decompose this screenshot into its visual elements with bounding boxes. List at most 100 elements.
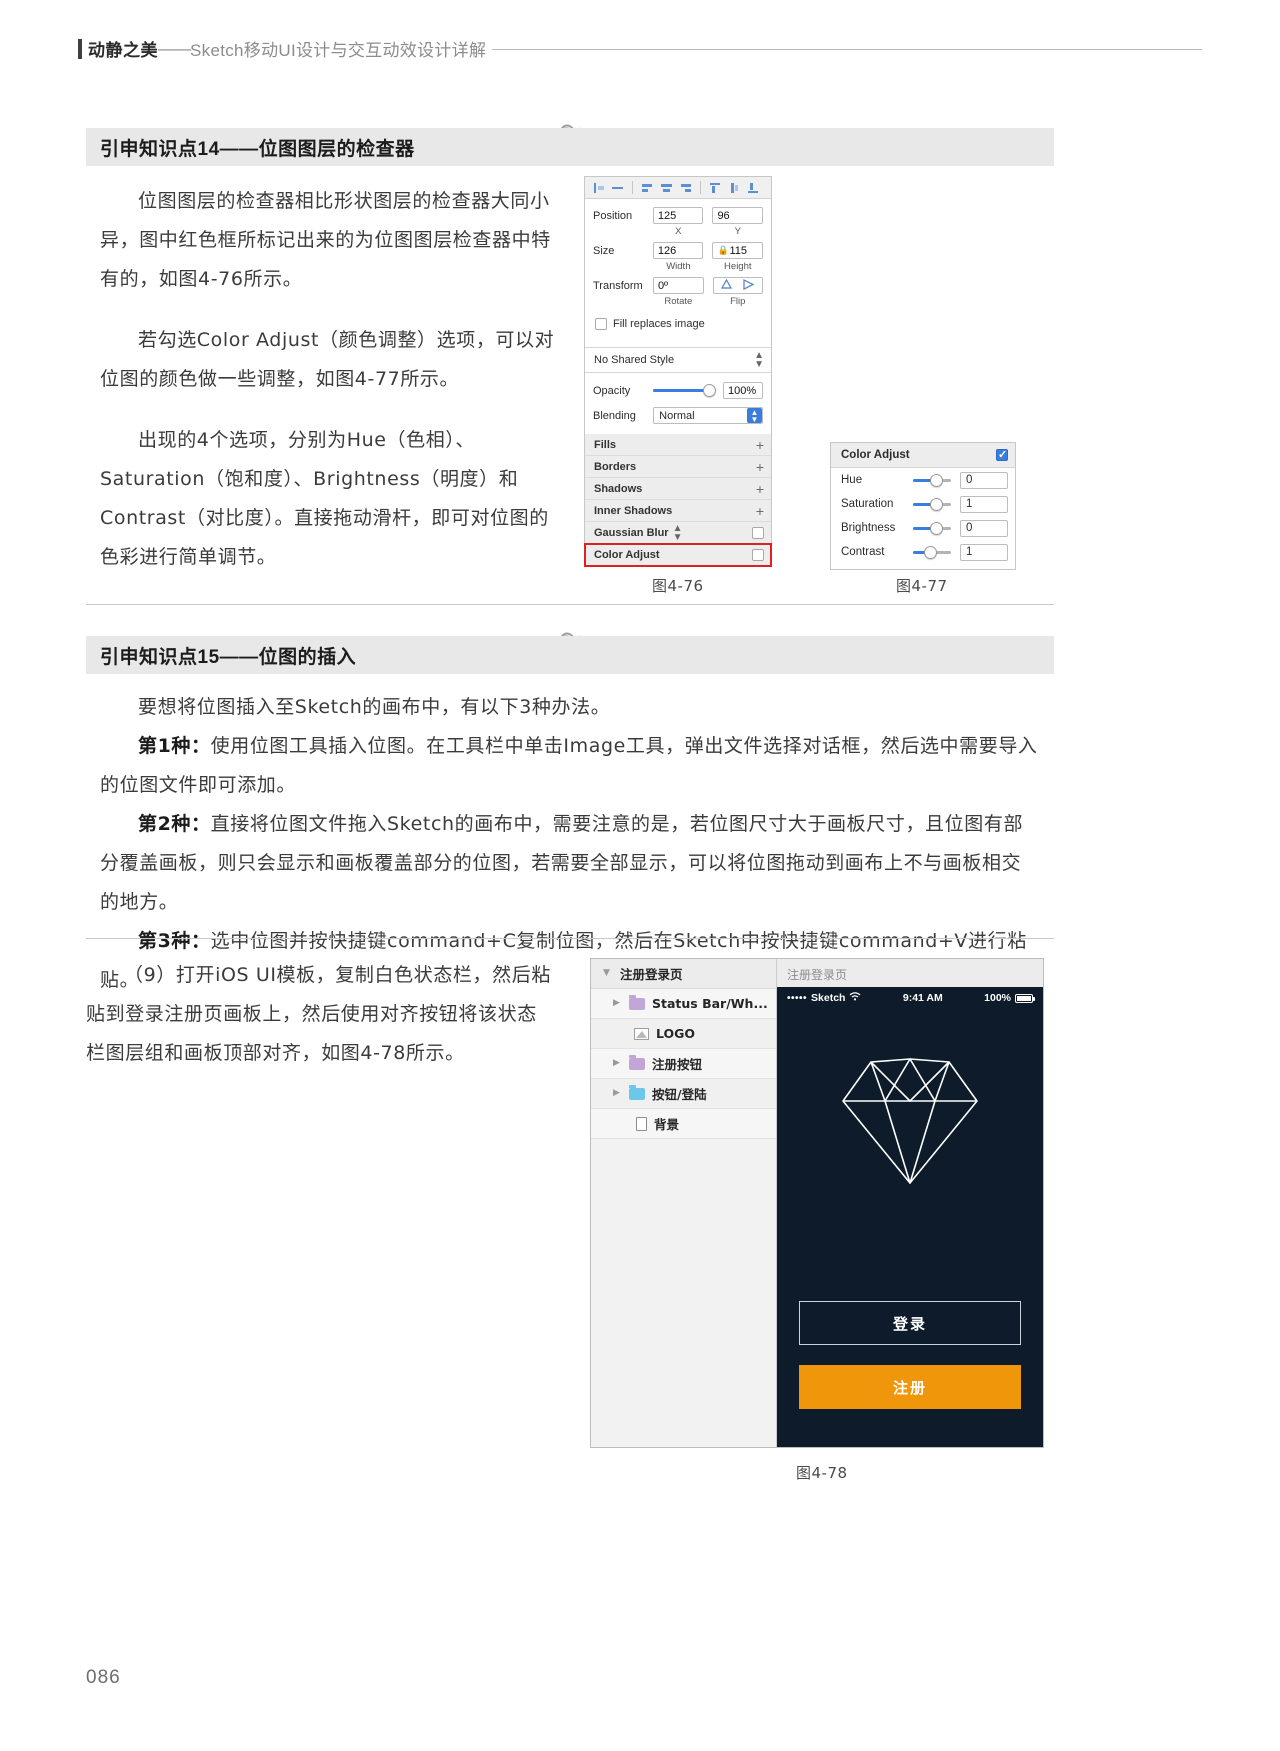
figure-4-76-caption: 图4-76 <box>652 577 704 595</box>
appearance-section[interactable]: Opacity 100% Blending Normal ▲ ▼ <box>585 373 771 434</box>
hue-row[interactable]: Hue 0 <box>831 468 1015 492</box>
gaussian-blur-label: Gaussian Blur <box>594 526 669 539</box>
fill-replaces-image-label: Fill replaces image <box>613 318 705 330</box>
blending-select[interactable]: Normal ▲ ▼ <box>653 407 763 424</box>
tip14-heading: 引申知识点14——位图图层的检查器 <box>86 128 1054 166</box>
align-middle-icon[interactable] <box>727 181 742 195</box>
borders-add-icon[interactable]: + <box>756 460 764 474</box>
login-button[interactable]: 登录 <box>799 1301 1021 1345</box>
size-height-field[interactable]: 🔒 115 <box>712 242 763 259</box>
alignment-toolbar[interactable] <box>585 177 771 199</box>
opacity-slider[interactable] <box>653 384 717 397</box>
color-adjust-section-row[interactable]: Color Adjust <box>584 543 772 567</box>
battery-full-icon <box>1015 993 1035 1003</box>
opacity-row[interactable]: Opacity 100% <box>593 381 763 400</box>
step9-paragraph: （9）打开iOS UI模板，复制白色状态栏，然后粘贴到登录注册页画板上，然后使用… <box>86 964 551 1064</box>
shared-style-row[interactable]: No Shared Style ▲ ▼ <box>585 347 771 373</box>
phone-artboard[interactable]: ••••• Sketch 9:41 AM 100% 登录 注册 <box>777 987 1043 1447</box>
transform-row[interactable]: Transform 0º <box>593 276 763 295</box>
align-top-icon[interactable] <box>708 181 723 195</box>
flip-controls[interactable] <box>712 277 763 294</box>
brightness-slider[interactable] <box>913 521 951 535</box>
fill-replaces-image-row[interactable]: Fill replaces image <box>593 311 763 332</box>
sketch-inspector-panel[interactable]: Position 125 96 X Y Size 126 🔒 115 Width <box>584 176 772 567</box>
running-head-subtitle: Sketch移动UI设计与交互动效设计详解 <box>190 41 487 60</box>
color-adjust-title: Color Adjust <box>841 449 910 461</box>
layer-row-register-button[interactable]: ▶ 注册按钮 <box>591 1049 776 1079</box>
contrast-value-field[interactable]: 1 <box>960 543 1008 561</box>
color-adjust-label: Color Adjust <box>594 549 660 561</box>
shadows-add-icon[interactable]: + <box>756 482 764 496</box>
canvas-panel[interactable]: 注册登录页 ••••• Sketch 9:41 AM 100% 登录 注册 <box>777 959 1043 1447</box>
geometry-section[interactable]: Position 125 96 X Y Size 126 🔒 115 Width <box>585 199 771 338</box>
color-adjust-enabled-checkbox[interactable] <box>996 448 1008 462</box>
layer-label-login-button: 按钮/登陆 <box>652 1087 707 1102</box>
lock-icon[interactable]: 🔒 <box>717 245 728 256</box>
shadows-label: Shadows <box>594 482 643 495</box>
brightness-value-field[interactable]: 0 <box>960 519 1008 537</box>
layer-list-panel[interactable]: ▼ 注册登录页 ▶ Status Bar/Wh... LOGO ▶ 注册按钮 ▶ <box>591 959 777 1447</box>
register-button[interactable]: 注册 <box>799 1365 1021 1409</box>
layer-row-logo[interactable]: LOGO <box>591 1019 776 1049</box>
brightness-label: Brightness <box>841 522 896 534</box>
distribute-right-icon[interactable] <box>678 181 693 195</box>
fills-section-row[interactable]: Fills + <box>585 434 771 456</box>
layer-row-status-bar[interactable]: ▶ Status Bar/Wh... <box>591 989 776 1019</box>
tip15-item-1-text: 使用位图工具插入位图。在工具栏中单击Image工具，弹出文件选择对话框，然后选中… <box>100 735 1038 796</box>
opacity-value-field[interactable]: 100% <box>723 382 763 399</box>
position-x-sublabel: X <box>675 226 682 237</box>
rotate-field[interactable]: 0º <box>652 277 704 294</box>
color-adjust-panel[interactable]: Color Adjust Hue 0 Saturation 1 <box>830 442 1016 570</box>
tip15-item-2-text: 直接将位图文件拖入Sketch的画布中，需要注意的是，若位图尺寸大于画板尺寸，且… <box>100 813 1024 913</box>
position-row[interactable]: Position 125 96 <box>593 206 763 225</box>
chevron-right-icon-3[interactable]: ▶ <box>613 1089 622 1098</box>
color-adjust-checkbox[interactable] <box>752 549 764 561</box>
saturation-slider[interactable] <box>913 497 951 511</box>
chevron-down-icon[interactable]: ▼ <box>603 969 612 978</box>
battery-percent-label: 100% <box>984 992 1011 1004</box>
size-width-sublabel: Width <box>666 261 691 272</box>
position-label: Position <box>593 209 633 222</box>
hue-slider[interactable] <box>913 473 951 487</box>
sketch-window[interactable]: ▼ 注册登录页 ▶ Status Bar/Wh... LOGO ▶ 注册按钮 ▶ <box>590 958 1044 1448</box>
blending-row[interactable]: Blending Normal ▲ ▼ <box>593 406 763 425</box>
saturation-value-field[interactable]: 1 <box>960 495 1008 513</box>
inner-shadows-add-icon[interactable]: + <box>756 504 764 518</box>
align-left-icon[interactable] <box>591 181 606 195</box>
position-y-sublabel: Y <box>734 226 741 237</box>
layer-row-login-button[interactable]: ▶ 按钮/登陆 <box>591 1079 776 1109</box>
align-bottom-icon[interactable] <box>746 181 761 195</box>
flip-horizontal-icon[interactable] <box>742 278 755 293</box>
tip15-item-2: 第2种：直接将位图文件拖入Sketch的画布中，需要注意的是，若位图尺寸大于画板… <box>100 805 1040 922</box>
brightness-row[interactable]: Brightness 0 <box>831 516 1015 540</box>
chevron-updown-icon[interactable]: ▲ ▼ <box>747 408 762 424</box>
inner-shadows-section-row[interactable]: Inner Shadows + <box>585 500 771 522</box>
saturation-row[interactable]: Saturation 1 <box>831 492 1015 516</box>
position-y-field[interactable]: 96 <box>712 207 763 224</box>
shared-style-stepper-icon[interactable]: ▲ ▼ <box>754 351 764 370</box>
contrast-slider[interactable] <box>913 545 951 559</box>
fill-replaces-image-checkbox[interactable] <box>595 318 607 330</box>
contrast-row[interactable]: Contrast 1 <box>831 540 1015 564</box>
contrast-label: Contrast <box>841 546 885 558</box>
distribute-center-icon[interactable] <box>659 181 674 195</box>
size-height-value: 115 <box>729 244 747 257</box>
borders-section-row[interactable]: Borders + <box>585 456 771 478</box>
chevron-right-icon[interactable]: ▶ <box>613 999 622 1008</box>
size-row[interactable]: Size 126 🔒 115 <box>593 241 763 260</box>
layer-row-background[interactable]: 背景 <box>591 1109 776 1139</box>
gaussian-blur-section-row[interactable]: Gaussian Blur ▲ ▼ <box>585 522 771 544</box>
hue-value-field[interactable]: 0 <box>960 471 1008 489</box>
chevron-right-icon-2[interactable]: ▶ <box>613 1059 622 1068</box>
align-center-h-icon[interactable] <box>610 181 625 195</box>
flip-vertical-icon[interactable] <box>720 278 733 293</box>
gaussian-blur-stepper-icon[interactable]: ▲ ▼ <box>673 523 683 542</box>
shadows-section-row[interactable]: Shadows + <box>585 478 771 500</box>
size-width-field[interactable]: 126 <box>652 242 704 259</box>
gaussian-blur-checkbox[interactable] <box>752 526 764 539</box>
position-x-field[interactable]: 125 <box>652 207 704 224</box>
layer-list-artboard-label: 注册登录页 <box>620 967 683 982</box>
fills-add-icon[interactable]: + <box>756 438 764 452</box>
distribute-left-icon[interactable] <box>640 181 655 195</box>
layer-list-artboard-header[interactable]: ▼ 注册登录页 <box>591 959 776 989</box>
